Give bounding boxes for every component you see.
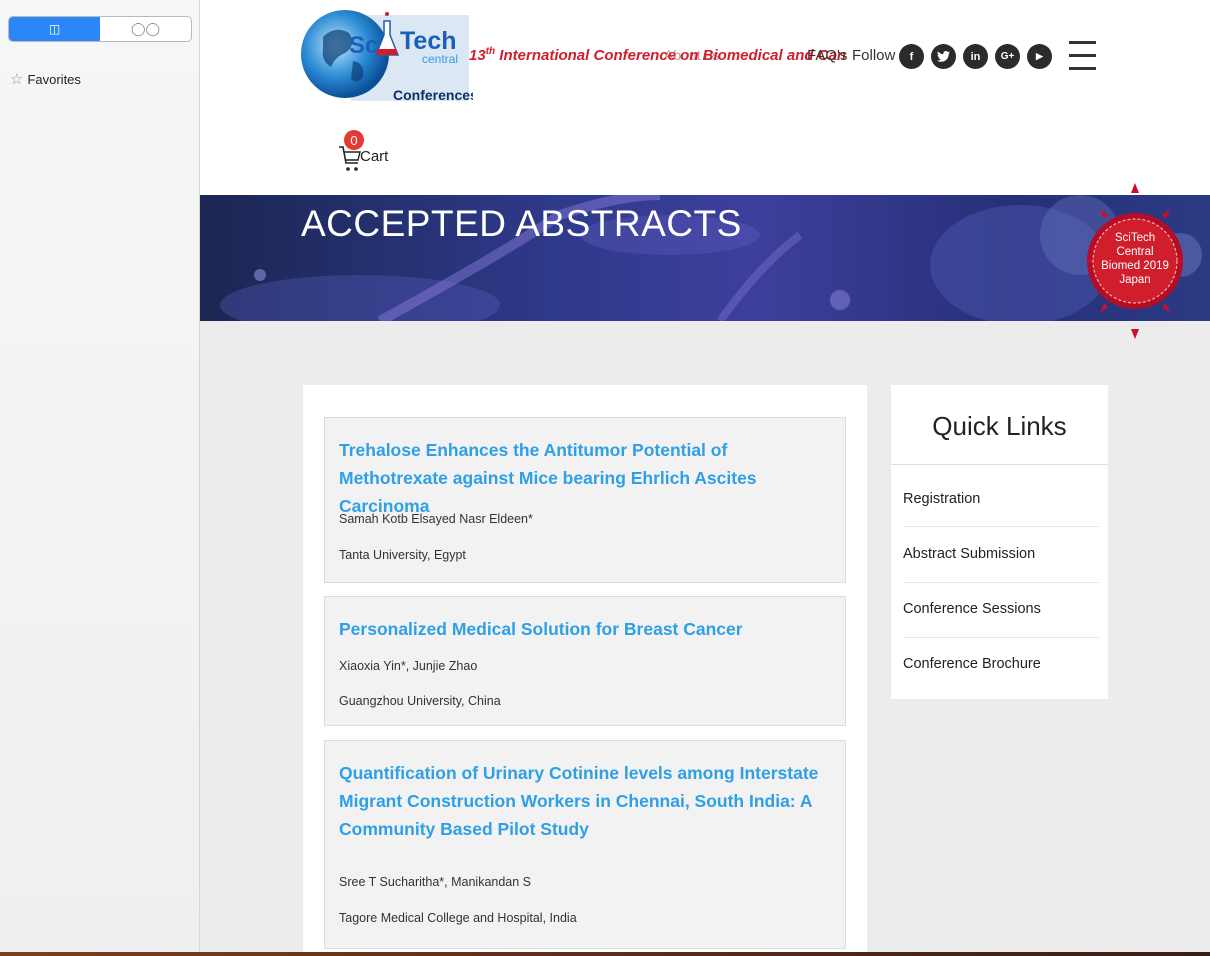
- abstract-card: Personalized Medical Solution for Breast…: [324, 596, 846, 726]
- divider: [903, 526, 1099, 527]
- divider: [891, 464, 1108, 465]
- seal-line-1: SciTech: [1115, 232, 1155, 244]
- page-title: ACCEPTED ABSTRACTS: [301, 203, 742, 244]
- menu-hamburger-icon[interactable]: [1069, 38, 1096, 72]
- abstract-affiliation: Tanta University, Egypt: [339, 548, 466, 562]
- youtube-icon[interactable]: ▶: [1027, 44, 1052, 69]
- conference-number: 13: [469, 47, 486, 64]
- web-page: Sc Tech central Conferences 13th Interna…: [200, 0, 1210, 956]
- conference-title[interactable]: 13th International Conference on Biomedi…: [469, 46, 846, 64]
- linkedin-icon[interactable]: in: [963, 44, 988, 69]
- abstract-authors: Xiaoxia Yin*, Junjie Zhao: [339, 659, 478, 673]
- abstract-title-link[interactable]: Trehalose Enhances the Antitumor Potenti…: [339, 436, 831, 520]
- scitech-logo[interactable]: Sc Tech central Conferences: [301, 5, 473, 103]
- cart-button[interactable]: 0 Cart: [338, 130, 408, 176]
- abstract-title-link[interactable]: Quantification of Urinary Cotinine level…: [339, 759, 831, 843]
- bookmarks-tab[interactable]: ◫: [9, 17, 100, 41]
- nav-faqs[interactable]: FAQ's: [807, 47, 847, 64]
- divider: [903, 637, 1099, 638]
- abstract-card: Trehalose Enhances the Antitumor Potenti…: [324, 417, 846, 583]
- quick-link-conference-brochure[interactable]: Conference Brochure: [903, 656, 1099, 672]
- facebook-icon[interactable]: f: [899, 44, 924, 69]
- dock-edge: [0, 952, 1210, 956]
- quick-links-panel: Quick Links Registration Abstract Submis…: [891, 385, 1108, 699]
- quick-link-registration[interactable]: Registration: [903, 491, 1099, 507]
- abstract-authors: Sree T Sucharitha*, Manikandan S: [339, 875, 532, 889]
- nav-about-us[interactable]: About us: [664, 47, 719, 63]
- google-plus-icon[interactable]: G+: [995, 44, 1020, 69]
- divider: [903, 582, 1099, 583]
- logo-sc: Sc: [349, 32, 378, 59]
- quick-link-abstract-submission[interactable]: Abstract Submission: [903, 546, 1099, 562]
- seal-line-4: Japan: [1119, 274, 1150, 286]
- seal-line-3: Biomed 2019: [1101, 260, 1169, 272]
- favorites-label: Favorites: [27, 71, 81, 87]
- logo-conferences: Conferences: [393, 87, 473, 103]
- sidebar-segmented-control: ◫ ◯◯: [8, 16, 192, 42]
- quick-link-conference-sessions[interactable]: Conference Sessions: [903, 601, 1099, 617]
- abstract-affiliation: Tagore Medical College and Hospital, Ind…: [339, 911, 577, 925]
- twitter-icon[interactable]: [931, 44, 956, 69]
- cart-count-badge: 0: [344, 130, 364, 150]
- page-banner: ACCEPTED ABSTRACTS: [200, 195, 1210, 321]
- conference-ordinal: th: [485, 46, 496, 57]
- star-icon: ☆: [10, 71, 24, 88]
- abstract-affiliation: Guangzhou University, China: [339, 694, 501, 708]
- logo-tech: Tech: [400, 27, 457, 55]
- conference-seal-badge: SciTech Central Biomed 2019 Japan: [1086, 183, 1184, 339]
- abstract-card: Quantification of Urinary Cotinine level…: [324, 740, 846, 949]
- site-header: Sc Tech central Conferences 13th Interna…: [200, 0, 1210, 195]
- reading-glasses-icon: ◯◯: [130, 21, 161, 36]
- logo-central: central: [422, 52, 458, 66]
- abstract-authors: Samah Kotb Elsayed Nasr Eldeen*: [339, 512, 533, 526]
- quick-links-title: Quick Links: [932, 411, 1067, 441]
- abstract-title-link[interactable]: Personalized Medical Solution for Breast…: [339, 615, 831, 643]
- favorites-item[interactable]: ☆ Favorites: [10, 70, 81, 88]
- seal-line-2: Central: [1116, 246, 1153, 258]
- cart-label: Cart: [360, 148, 389, 165]
- follow-label: Follow: [852, 47, 896, 64]
- browser-sidebar: ◫ ◯◯ ☆ Favorites: [0, 0, 200, 952]
- book-icon: ◫: [48, 22, 61, 36]
- abstracts-list: Trehalose Enhances the Antitumor Potenti…: [303, 385, 867, 956]
- reading-list-tab[interactable]: ◯◯: [100, 17, 191, 41]
